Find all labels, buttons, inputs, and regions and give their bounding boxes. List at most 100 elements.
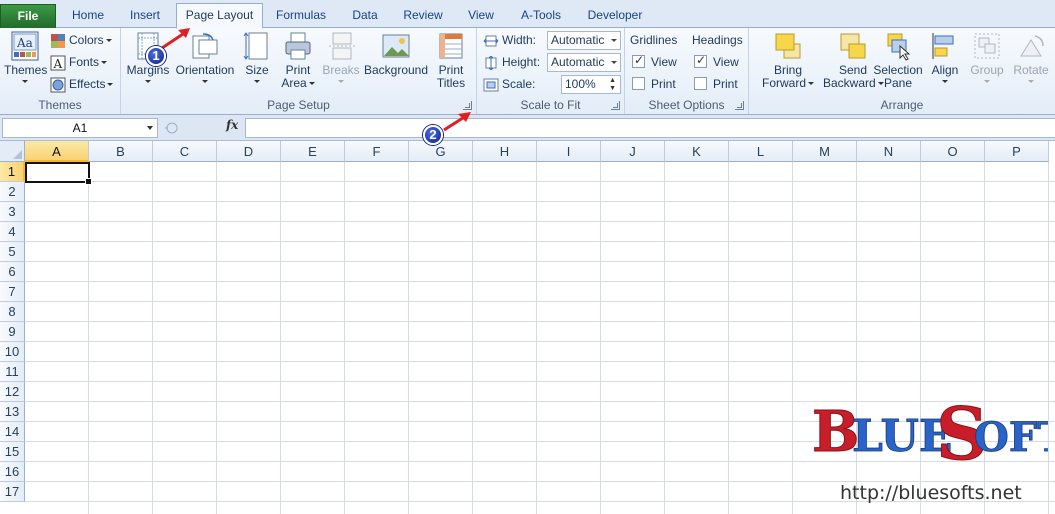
row-header[interactable]: 6 [0, 262, 25, 282]
colors-button[interactable]: Colors [50, 31, 112, 49]
align-button[interactable]: Align [927, 30, 963, 83]
column-header[interactable]: K [665, 141, 729, 162]
gridlines-print-checkbox[interactable] [632, 77, 645, 90]
row-header[interactable]: 17 [0, 482, 25, 502]
annotation-badge-1: 1 [146, 46, 166, 66]
column-header[interactable]: A [25, 141, 89, 162]
row-header[interactable]: 10 [0, 342, 25, 362]
active-cell-a1[interactable] [25, 162, 92, 185]
column-header[interactable]: N [857, 141, 921, 162]
tab-a-tools[interactable]: A-Tools [512, 5, 570, 28]
tab-review[interactable]: Review [396, 5, 450, 28]
select-all-button[interactable] [0, 141, 25, 162]
row-header[interactable]: 4 [0, 222, 25, 242]
tab-data[interactable]: Data [340, 5, 390, 28]
column-header[interactable]: I [537, 141, 601, 162]
background-image-icon [382, 34, 410, 58]
tab-developer[interactable]: Developer [578, 5, 652, 28]
row-header[interactable]: 8 [0, 302, 25, 322]
grid-hline [25, 241, 1055, 242]
spinner-arrows-icon[interactable]: ▲ ▼ [609, 77, 616, 93]
row-header[interactable]: 9 [0, 322, 25, 342]
group-label-scale-to-fit: Scale to Fit [520, 98, 581, 112]
svg-text:OFTS: OFTS [974, 414, 1048, 461]
themes-button[interactable]: Aa Themes [4, 30, 47, 83]
row-header[interactable]: 2 [0, 182, 25, 202]
rotate-button[interactable]: Rotate [1011, 30, 1051, 83]
column-header[interactable]: C [153, 141, 217, 162]
svg-text:Aa: Aa [16, 36, 33, 50]
headings-heading: Headings [692, 33, 743, 47]
width-label: Width: [483, 31, 536, 49]
column-header[interactable]: D [217, 141, 281, 162]
grid-hline [25, 321, 1055, 322]
group-label-sheet-options: Sheet Options [648, 98, 725, 112]
tab-formulas[interactable]: Formulas [268, 5, 334, 28]
row-header[interactable]: 7 [0, 282, 25, 302]
chevron-down-icon [808, 82, 814, 86]
chevron-down-icon [202, 80, 208, 83]
group-sheet-options: Gridlines Headings View Print View Print… [625, 28, 749, 114]
breaks-button[interactable]: Breaks [321, 30, 361, 83]
gridlines-print-label: Print [651, 77, 676, 91]
print-titles-button[interactable]: Print Titles [431, 30, 471, 90]
column-header[interactable]: L [729, 141, 793, 162]
bring-forward-button[interactable]: Bring Forward [757, 30, 819, 90]
row-header[interactable]: 11 [0, 362, 25, 382]
chevron-down-icon [145, 80, 151, 83]
print-area-button[interactable]: Print Area [279, 30, 317, 90]
column-header[interactable]: H [473, 141, 537, 162]
row-header[interactable]: 13 [0, 402, 25, 422]
group-label-themes: Themes [38, 98, 82, 112]
column-header[interactable]: E [281, 141, 345, 162]
sheet-options-dialog-launcher[interactable] [735, 101, 744, 110]
tab-file[interactable]: File [0, 4, 56, 28]
effects-button[interactable]: Effects [50, 75, 114, 93]
headings-print-checkbox[interactable] [694, 77, 707, 90]
column-header[interactable]: M [793, 141, 857, 162]
row-header[interactable]: 16 [0, 462, 25, 482]
column-header[interactable]: J [601, 141, 665, 162]
bluesofts-logo: B LUE S OFTS [812, 391, 1049, 476]
chevron-down-icon [308, 82, 315, 86]
row-header[interactable]: 1 [0, 162, 25, 182]
scale-to-fit-dialog-launcher[interactable] [611, 101, 620, 110]
scale-spinner[interactable]: 100% ▲ ▼ [561, 75, 621, 94]
row-header[interactable]: 5 [0, 242, 25, 262]
size-button[interactable]: Size [241, 30, 273, 83]
formula-bar: A1 fx [0, 115, 1055, 141]
rotate-icon [1020, 35, 1044, 57]
name-box[interactable]: A1 [2, 118, 158, 138]
headings-view-checkbox[interactable] [694, 53, 707, 68]
insert-function-button[interactable]: fx [226, 118, 238, 132]
send-backward-icon [840, 33, 866, 59]
row-header[interactable]: 15 [0, 442, 25, 462]
tab-view[interactable]: View [456, 5, 506, 28]
height-select[interactable]: Automatic [547, 53, 621, 72]
column-header[interactable]: P [985, 141, 1049, 162]
headings-view-label: View [713, 55, 739, 69]
annotation-arrow-1 [161, 28, 190, 50]
grid-hline [25, 261, 1055, 262]
fonts-button[interactable]: A Fonts [50, 53, 108, 71]
group-button[interactable]: Group [967, 30, 1007, 83]
row-header[interactable]: 12 [0, 382, 25, 402]
align-icon [932, 33, 954, 59]
height-label: Height: [483, 53, 540, 71]
row-header[interactable]: 3 [0, 202, 25, 222]
chevron-down-icon [1028, 80, 1034, 83]
tab-home[interactable]: Home [62, 5, 114, 28]
formula-input[interactable] [245, 118, 1055, 138]
gridlines-view-checkbox[interactable] [632, 53, 645, 68]
scale-icon [483, 78, 499, 92]
column-header[interactable]: G [409, 141, 473, 162]
row-header[interactable]: 14 [0, 422, 25, 442]
background-button[interactable]: Background [363, 30, 429, 77]
column-header[interactable]: F [345, 141, 409, 162]
group-arrange: Bring Forward Send Backward Selection Pa… [749, 28, 1055, 114]
annotation-badge-2: 2 [423, 125, 443, 145]
column-header[interactable]: B [89, 141, 153, 162]
selection-pane-button[interactable]: Selection Pane [872, 30, 924, 90]
column-header[interactable]: O [921, 141, 985, 162]
width-select[interactable]: Automatic [547, 31, 621, 50]
